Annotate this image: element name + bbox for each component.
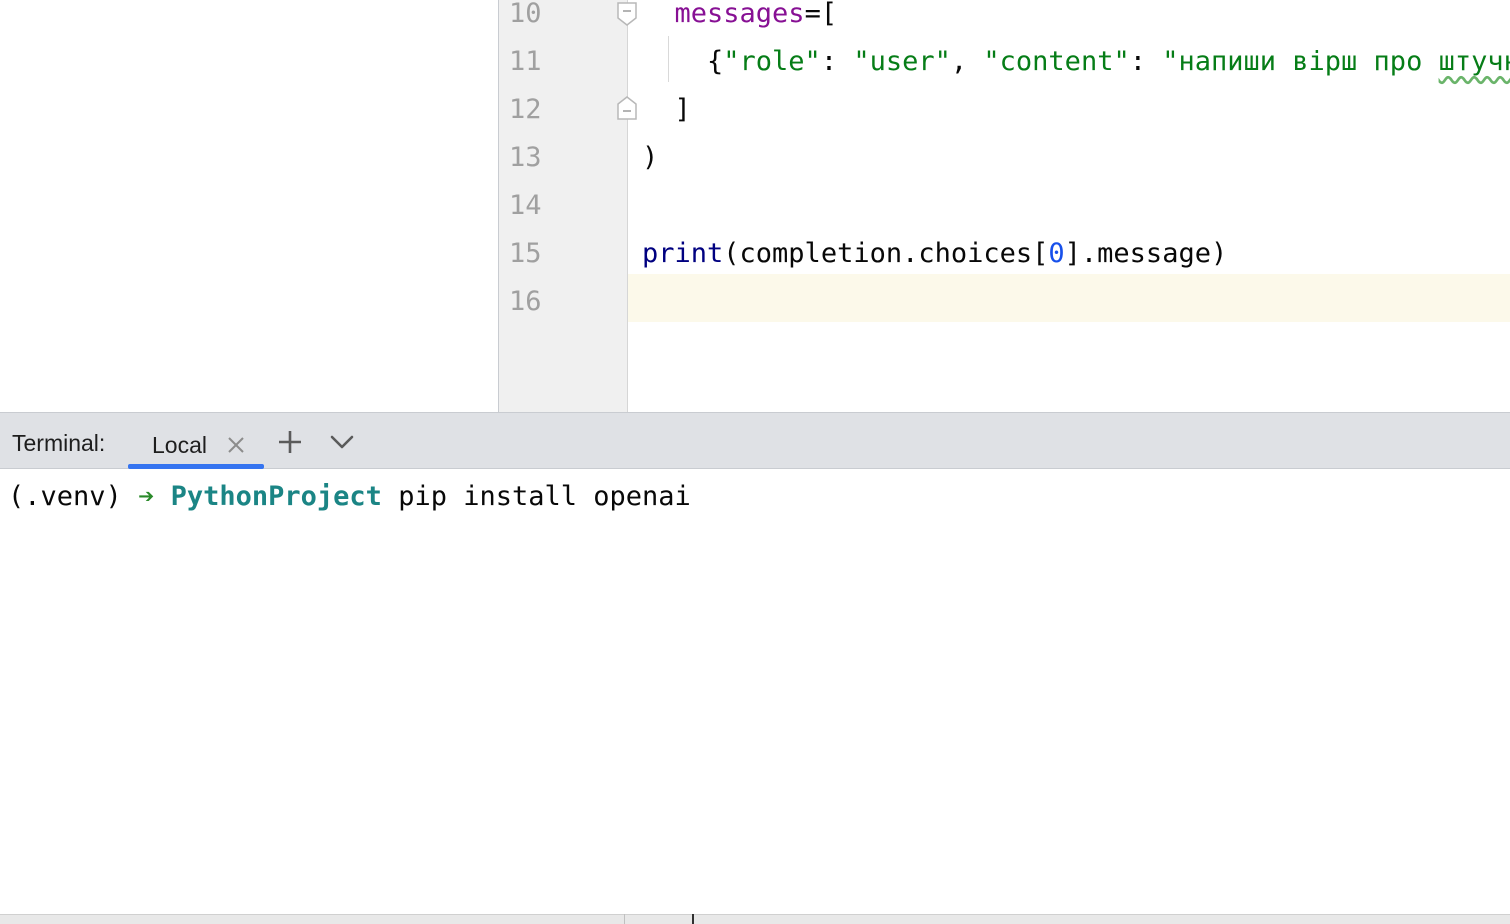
prompt-arrow-icon: ➔ [138,481,155,512]
code-editor[interactable]: messages=[ {"role": "user", "content": "… [628,0,1510,412]
terminal-output[interactable]: (.venv) ➔ PythonProject pip install open… [0,469,1510,914]
editor-area: 10 11 12 13 14 15 16 messages=[ {"role":… [0,0,1510,412]
builtin-token: print [642,238,724,269]
tab-label: Local [152,432,207,458]
number-token: 0 [1048,238,1065,269]
line-number: 16 [509,286,542,317]
code-token: ].message) [1064,238,1228,269]
code-line: ) [642,134,658,182]
code-line: messages=[ [642,0,838,38]
code-token: =[ [804,0,838,29]
code-token: (completion.choices[ [723,238,1049,269]
line-number: 14 [509,190,542,221]
string-token-warning: штучн [1438,46,1510,77]
code-line: print(completion.choices[0].message) [642,230,1227,278]
close-icon[interactable] [224,433,248,457]
line-number: 11 [509,46,542,77]
chevron-down-icon[interactable] [327,427,357,457]
code-line: {"role": "user", "content": "напиши вірш… [642,38,1510,86]
line-number: 15 [509,238,542,269]
text-cursor [692,914,694,924]
code-line: ] [642,86,691,134]
venv-indicator: (.venv) [8,481,122,512]
line-number: 12 [509,94,542,125]
plus-icon[interactable] [275,427,305,457]
string-token: "role" [723,46,821,77]
line-number: 13 [509,142,542,173]
terminal-toolbar: Terminal: Local [0,412,1510,469]
line-number: 10 [509,0,542,29]
prompt-command: pip install openai [398,481,691,512]
code-token: : [1129,46,1163,77]
keyword-token: messages [674,0,805,29]
editor-gutter[interactable]: 10 11 12 13 14 15 16 [499,0,637,412]
string-token: "напиши вірш про [1162,46,1439,77]
tab-local[interactable]: Local [128,421,264,469]
code-token: : [820,46,854,77]
ide-window: 10 11 12 13 14 15 16 messages=[ {"role":… [0,0,1510,924]
code-token: ] [642,94,691,125]
code-token: , [950,46,984,77]
divider-line [624,914,625,924]
terminal-title: Terminal: [12,430,106,456]
code-token: { [642,46,724,77]
prompt-project-name: PythonProject [170,481,382,512]
string-token: "user" [853,46,951,77]
project-pane [0,0,499,412]
code-token: ) [642,142,659,173]
terminal-prompt-line: (.venv) ➔ PythonProject pip install open… [8,477,691,517]
string-token: "content" [983,46,1130,77]
window-bottom-edge [0,914,1510,924]
